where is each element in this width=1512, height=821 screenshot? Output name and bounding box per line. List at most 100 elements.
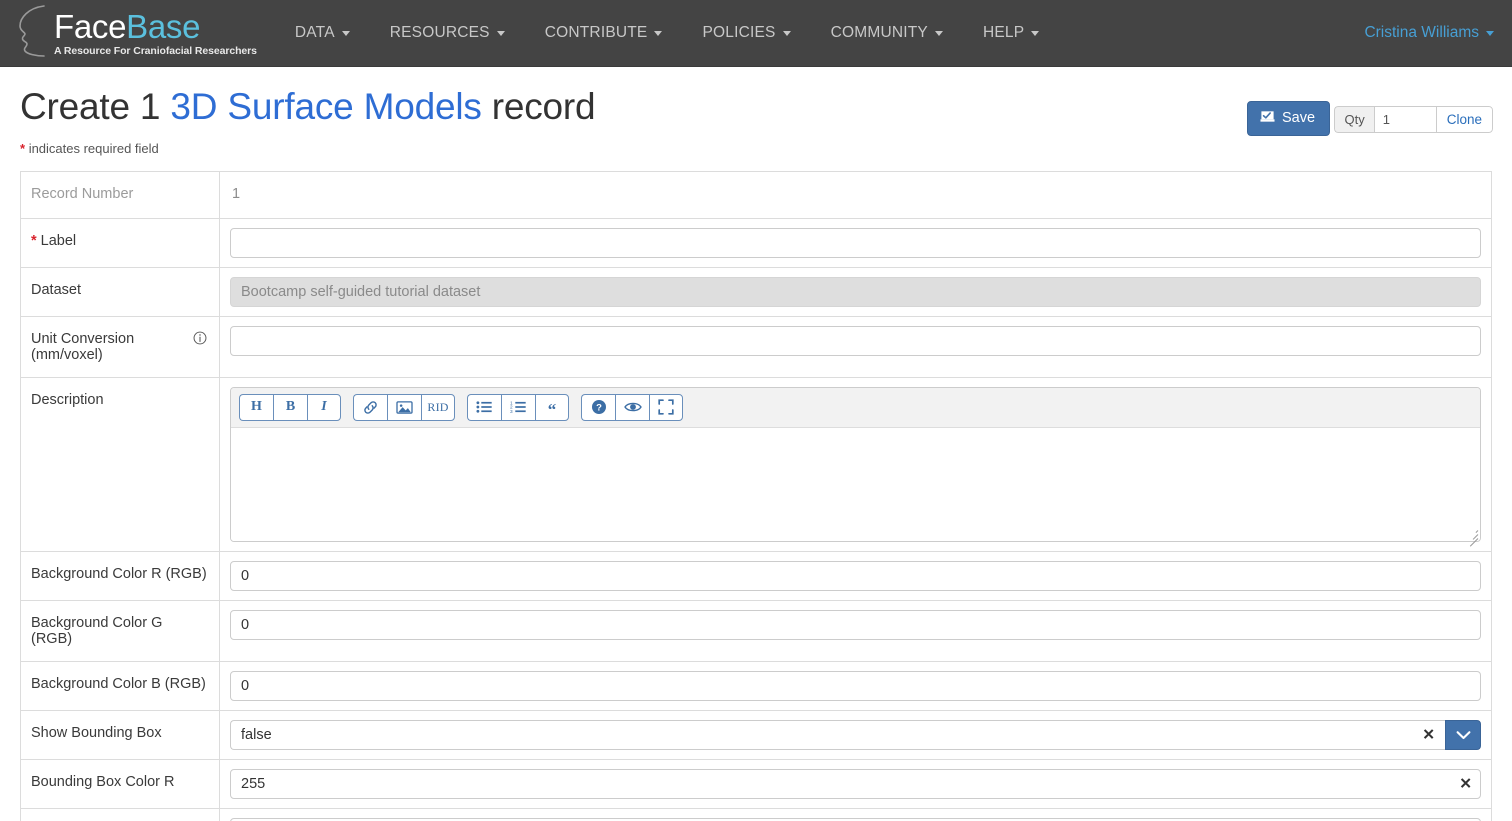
page-header: Create 1 3D Surface Models record * indi… <box>0 86 1512 156</box>
save-disk-icon <box>1260 109 1275 128</box>
form-value <box>220 268 1491 316</box>
form-label-text: Bounding Box Color R <box>31 773 175 790</box>
nav-item-policies[interactable]: POLICIES <box>682 0 810 66</box>
form-row-dataset: Dataset <box>21 267 1491 317</box>
image-icon[interactable] <box>387 393 421 421</box>
ordered-list-icon[interactable]: 1 2 3 <box>501 393 535 421</box>
nav-item-help[interactable]: HELP <box>963 0 1059 66</box>
heading-icon[interactable]: H <box>239 393 273 421</box>
save-button[interactable]: Save <box>1246 101 1331 136</box>
form-label: Dataset <box>21 267 220 316</box>
record-form-table: Record Number 1 * Label Dataset Unit Con… <box>20 170 1492 821</box>
nav-item-contribute[interactable]: CONTRIBUTE <box>525 0 683 66</box>
nav-item-label: CONTRIBUTE <box>544 24 648 41</box>
user-menu[interactable]: Cristina Williams <box>1364 24 1494 42</box>
chevron-down-icon <box>654 30 663 36</box>
form-label-text: Label <box>40 232 77 249</box>
record-number-value: 1 <box>232 185 241 202</box>
form-value <box>220 552 1491 600</box>
top-navbar: FaceBase A Resource For Craniofacial Res… <box>0 0 1512 67</box>
quantity-clone-group: Qty Clone <box>1334 106 1493 133</box>
label-input[interactable] <box>230 227 1481 258</box>
form-label: Show Bounding Box <box>21 710 220 759</box>
form-row-background-color-g: Background Color G (RGB) <box>21 600 1491 662</box>
qty-input[interactable] <box>1373 106 1436 133</box>
form-row-bounding-box-color-g: Bounding Box Color G ✕ <box>21 808 1491 821</box>
nav-item-label: HELP <box>982 24 1025 41</box>
chevron-down-icon <box>341 30 350 36</box>
form-value <box>220 219 1491 267</box>
form-label: * Label <box>21 218 220 267</box>
dataset-input <box>230 276 1481 307</box>
face-profile-icon <box>14 4 48 63</box>
form-label: Background Color R (RGB) <box>21 551 220 600</box>
form-label: Background Color G (RGB) <box>21 600 220 661</box>
form-value <box>220 662 1491 710</box>
clear-icon[interactable]: ✕ <box>1422 727 1435 742</box>
bold-icon[interactable]: B <box>273 393 307 421</box>
form-label: Description <box>21 377 220 551</box>
form-label-text: Dataset <box>31 281 81 298</box>
brand-word-base: Base <box>126 7 201 45</box>
nav-item-label: DATA <box>294 24 335 41</box>
nav-item-label: POLICIES <box>702 24 776 41</box>
bounding-box-color-r-input[interactable] <box>230 768 1481 799</box>
form-label-text: Background Color R (RGB) <box>31 565 207 582</box>
blockquote-icon[interactable]: “ <box>535 393 569 421</box>
form-label-text: Background Color G (RGB) <box>31 614 163 647</box>
background-color-b-input[interactable] <box>230 670 1481 701</box>
required-note-text: indicates required field <box>28 140 159 156</box>
link-icon[interactable] <box>353 393 387 421</box>
form-label: Record Number <box>21 171 220 218</box>
info-icon[interactable] <box>193 331 207 349</box>
qty-label: Qty <box>1334 106 1374 133</box>
markdown-editor: H B I RID 1 2 3 “ ? <box>230 386 1481 542</box>
unit-conversion-input[interactable] <box>230 325 1481 356</box>
brand-tagline: A Resource For Craniofacial Researchers <box>54 44 257 57</box>
form-label-text: Record Number <box>31 185 134 202</box>
background-color-g-input[interactable] <box>230 609 1481 640</box>
rid-icon[interactable]: RID <box>421 393 455 421</box>
chevron-down-icon <box>1486 30 1494 36</box>
brand-word-face: Face <box>54 7 127 45</box>
brand-logo[interactable]: FaceBase A Resource For Craniofacial Res… <box>0 4 257 63</box>
bounding-box-color-g-wrap: ✕ <box>230 817 1481 821</box>
bounding-box-color-r-wrap: ✕ <box>230 768 1481 799</box>
nav-item-resources[interactable]: RESOURCES <box>370 0 525 66</box>
header-actions: Save Qty Clone <box>1246 95 1493 136</box>
form-row-show-bounding-box: Show Bounding Box ✕ <box>21 710 1491 760</box>
italic-icon[interactable]: I <box>307 393 341 421</box>
form-label: Unit Conversion (mm/voxel) <box>21 316 220 377</box>
page-title-entity-link[interactable]: 3D Surface Models <box>170 86 481 127</box>
fullscreen-icon[interactable] <box>649 393 683 421</box>
help-icon[interactable]: ? <box>581 393 615 421</box>
markdown-group-text: H B I <box>239 393 341 421</box>
form-value: ✕ <box>220 711 1491 759</box>
chevron-down-icon <box>1456 730 1471 740</box>
clone-button[interactable]: Clone <box>1435 106 1493 133</box>
show-bounding-box-input[interactable] <box>230 719 1445 750</box>
form-label: Bounding Box Color G <box>21 808 220 821</box>
nav-item-data[interactable]: DATA <box>275 0 370 66</box>
show-bounding-box-select[interactable]: ✕ <box>230 719 1481 750</box>
nav-item-label: RESOURCES <box>389 24 490 41</box>
unordered-list-icon[interactable] <box>467 393 501 421</box>
page-title-suffix: record <box>481 86 596 127</box>
svg-text:3: 3 <box>510 409 513 414</box>
form-value <box>220 601 1491 661</box>
nav-item-community[interactable]: COMMUNITY <box>811 0 963 66</box>
description-textarea[interactable] <box>231 427 1480 541</box>
preview-eye-icon[interactable] <box>615 393 649 421</box>
form-label-text: Background Color B (RGB) <box>31 675 206 692</box>
form-value: 1 <box>220 172 1491 218</box>
markdown-group-view: ? <box>581 393 683 421</box>
form-value: ✕ <box>220 760 1491 808</box>
background-color-r-input[interactable] <box>230 560 1481 591</box>
clear-icon[interactable]: ✕ <box>1459 776 1472 791</box>
form-value: H B I RID 1 2 3 “ ? <box>220 378 1491 551</box>
form-row-label: * Label <box>21 218 1491 268</box>
dropdown-toggle-button[interactable] <box>1445 719 1481 750</box>
bounding-box-color-g-input[interactable] <box>230 817 1481 821</box>
form-label-text: Unit Conversion (mm/voxel) <box>31 330 135 363</box>
form-label-text: Show Bounding Box <box>31 724 162 741</box>
